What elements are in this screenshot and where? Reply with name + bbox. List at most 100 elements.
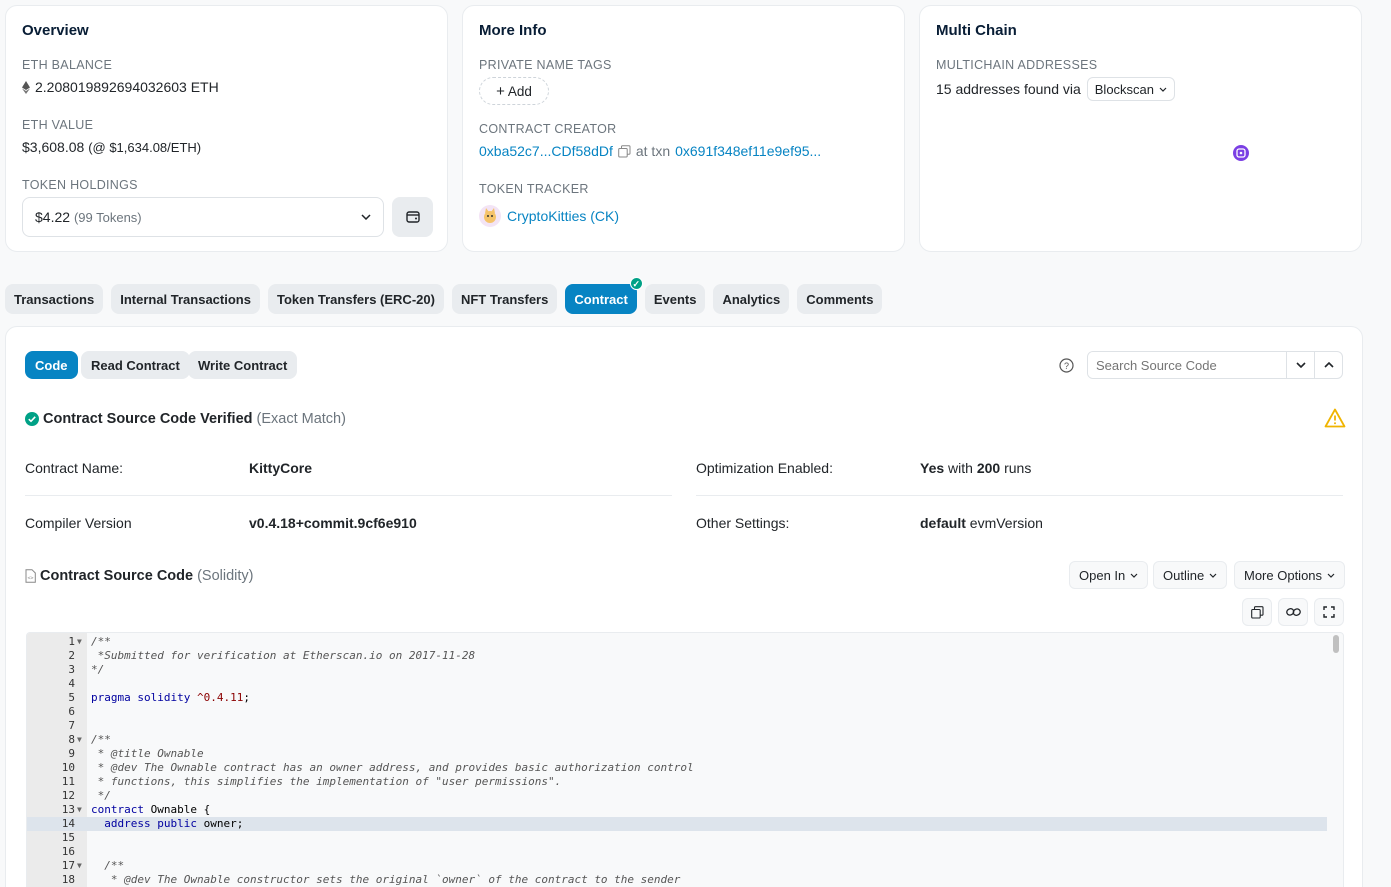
code-line: 17 ▼ /** (27, 859, 1327, 873)
code-line: 4 (27, 677, 1327, 691)
tab-internal-transactions[interactable]: Internal Transactions (111, 284, 260, 314)
code-text: * @dev The Ownable constructor sets the … (91, 873, 681, 886)
private-name-tags-label: PRIVATE NAME TAGS (479, 58, 612, 72)
contract-name-value: KittyCore (249, 460, 313, 476)
line-number: 2 (68, 649, 75, 662)
copy-code-button[interactable] (1242, 598, 1272, 626)
search-prev-button[interactable] (1314, 352, 1342, 378)
address-tabs: Transactions Internal Transactions Token… (5, 277, 883, 314)
line-number: 4 (68, 677, 75, 690)
tab-transactions[interactable]: Transactions (5, 284, 104, 314)
fold-toggle-icon[interactable]: ▼ (77, 859, 82, 873)
copy-icon[interactable] (618, 144, 631, 158)
link-code-button[interactable] (1278, 598, 1308, 626)
code-line: 13 ▼ contract Ownable { (27, 803, 1327, 817)
optimization-label: Optimization Enabled: (696, 460, 833, 476)
creator-address-link[interactable]: 0xba52c7...CDf58dDf (479, 143, 613, 159)
token-tracker-link[interactable]: CryptoKitties (CK) (507, 208, 619, 224)
code-text: address public owner; (104, 817, 244, 830)
line-number: 7 (68, 719, 75, 732)
outline-button[interactable]: Outline (1153, 561, 1228, 589)
code-line: 2 *Submitted for verification at Ethersc… (27, 649, 1327, 663)
file-code-icon: <> (25, 569, 36, 583)
more-info-card: More Info PRIVATE NAME TAGS + Add CONTRA… (462, 5, 905, 252)
fold-toggle-icon[interactable]: ▼ (77, 635, 82, 649)
other-settings-value: default evmVersion (920, 515, 1043, 531)
editor-scrollbar[interactable] (1333, 635, 1339, 653)
fullscreen-icon (1323, 606, 1335, 618)
wallet-button[interactable] (392, 197, 433, 237)
chevron-down-icon (1209, 573, 1217, 578)
line-number: 11 (61, 775, 75, 788)
blockscan-dropdown[interactable]: Blockscan (1086, 77, 1176, 101)
multichain-addresses-label: MULTICHAIN ADDRESSES (936, 58, 1098, 72)
blockscan-chat-icon[interactable] (1233, 145, 1249, 161)
code-text: * @title Ownable (91, 747, 204, 760)
chevron-down-icon (361, 214, 371, 220)
chevron-up-icon (1323, 362, 1334, 368)
search-source-box (1087, 351, 1343, 379)
divider (696, 495, 1343, 496)
check-circle-icon (25, 412, 39, 426)
compiler-version-value: v0.4.18+commit.9cf6e910 (249, 515, 417, 531)
contract-creator-label: CONTRACT CREATOR (479, 122, 617, 136)
subtab-code[interactable]: Code (25, 351, 78, 379)
tab-token-transfers[interactable]: Token Transfers (ERC-20) (267, 284, 444, 314)
subtab-read-contract[interactable]: Read Contract (81, 351, 190, 379)
svg-text:?: ? (1064, 361, 1069, 371)
chevron-down-icon (1295, 362, 1306, 368)
code-line: 9 * @title Ownable (27, 747, 1327, 761)
line-number: 16 (61, 845, 75, 858)
optimization-value: Yes with 200 runs (920, 460, 1032, 476)
help-icon[interactable]: ? (1059, 358, 1074, 373)
open-in-button[interactable]: Open In (1069, 561, 1149, 589)
token-holdings-dropdown[interactable]: $4.22 (99 Tokens) (22, 197, 384, 237)
more-options-button[interactable]: More Options (1234, 561, 1346, 589)
line-number: 13 (61, 803, 75, 816)
tab-analytics[interactable]: Analytics (713, 284, 790, 314)
warning-icon[interactable] (1324, 408, 1346, 428)
other-settings-label: Other Settings: (696, 515, 790, 531)
search-next-button[interactable] (1286, 352, 1314, 378)
more-info-title: More Info (479, 22, 547, 39)
tab-contract[interactable]: Contract ✓ (565, 277, 643, 314)
line-number: 6 (68, 705, 75, 718)
tab-events[interactable]: Events (644, 284, 706, 314)
eth-balance-value: 2.208019892694032603 ETH (22, 79, 219, 95)
source-code-heading: <> Contract Source Code (Solidity) (25, 568, 254, 584)
fold-toggle-icon[interactable]: ▼ (77, 733, 82, 747)
code-text: /** (91, 859, 125, 872)
code-text: /** (91, 635, 111, 648)
fold-toggle-icon[interactable]: ▼ (77, 803, 82, 817)
line-number: 3 (68, 663, 75, 676)
overview-card: Overview ETH BALANCE 2.20801989269403260… (5, 5, 448, 252)
code-text: /** (91, 733, 111, 746)
code-editor[interactable]: 1 ▼/** 2 *Submitted for verification at Et… (26, 632, 1344, 887)
link-icon (1285, 607, 1301, 617)
subtab-write-contract[interactable]: Write Contract (188, 351, 298, 379)
copy-icon (1250, 605, 1264, 619)
eth-value: $3,608.08 (@ $1,634.08/ETH) (22, 139, 202, 155)
eth-value-label: ETH VALUE (22, 118, 94, 132)
line-number: 9 (68, 747, 75, 760)
multichain-row: 15 addresses found via Blockscan (936, 77, 1176, 101)
token-tracker-label: TOKEN TRACKER (479, 182, 589, 196)
code-line: 3 */ (27, 663, 1327, 677)
code-line: 12 */ (27, 789, 1327, 803)
overview-title: Overview (22, 22, 89, 39)
line-number: 12 (61, 789, 75, 802)
search-source-input[interactable] (1088, 352, 1286, 378)
tab-comments[interactable]: Comments (797, 284, 883, 314)
chevron-down-icon (1327, 573, 1335, 578)
contract-panel: Code Read Contract Write Contract ? Cont… (5, 326, 1363, 887)
txn-hash-link[interactable]: 0x691f348ef11e9ef95... (675, 143, 821, 159)
code-text: */ (91, 663, 105, 676)
line-number: 5 (68, 691, 75, 704)
code-text: *Submitted for verification at Etherscan… (91, 649, 476, 662)
tab-nft-transfers[interactable]: NFT Transfers (451, 284, 558, 314)
code-line: 11 * functions, this simplifies the impl… (27, 775, 1327, 789)
add-tag-button[interactable]: + Add (479, 77, 549, 105)
multi-chain-title: Multi Chain (936, 22, 1017, 39)
ethereum-icon (22, 80, 30, 94)
fullscreen-button[interactable] (1314, 598, 1344, 626)
